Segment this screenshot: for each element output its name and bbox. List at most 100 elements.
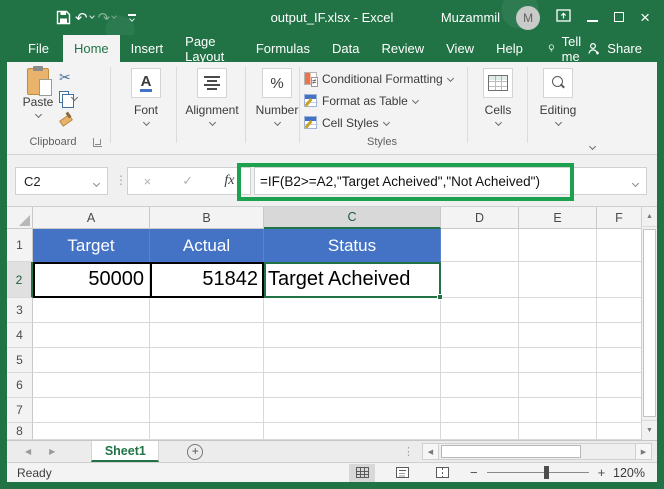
cell-D8[interactable] bbox=[441, 423, 519, 440]
cell-F6[interactable] bbox=[597, 373, 641, 398]
cell-styles-button[interactable]: Cell Styles bbox=[304, 115, 462, 130]
cell-A6[interactable] bbox=[33, 373, 150, 398]
row-header-7[interactable]: 7 bbox=[7, 398, 33, 423]
next-sheet-icon[interactable]: ▶ bbox=[49, 447, 55, 456]
cell-C2-selected[interactable]: Target Acheived bbox=[264, 262, 441, 298]
cell-A7[interactable] bbox=[33, 398, 150, 423]
user-name[interactable]: Muzammil bbox=[441, 10, 500, 25]
cell-E1[interactable] bbox=[519, 229, 597, 262]
page-break-view-button[interactable] bbox=[429, 464, 455, 482]
cell-F5[interactable] bbox=[597, 348, 641, 373]
page-layout-view-button[interactable] bbox=[389, 464, 415, 482]
row-header-6[interactable]: 6 bbox=[7, 373, 33, 398]
cell-C3[interactable] bbox=[264, 298, 441, 323]
new-sheet-button[interactable]: + bbox=[187, 444, 203, 460]
undo-dropdown-icon[interactable] bbox=[89, 13, 95, 19]
row-header-8[interactable]: 8 bbox=[7, 423, 33, 440]
cell-F2[interactable] bbox=[597, 262, 641, 298]
cell-A3[interactable] bbox=[33, 298, 150, 323]
tab-review[interactable]: Review bbox=[371, 35, 436, 62]
cell-B6[interactable] bbox=[150, 373, 264, 398]
cell-D3[interactable] bbox=[441, 298, 519, 323]
tab-formulas[interactable]: Formulas bbox=[245, 35, 321, 62]
editing-group-button[interactable]: Editing bbox=[531, 68, 585, 125]
cell-C8[interactable] bbox=[264, 423, 441, 440]
undo-button[interactable]: ↶ bbox=[75, 9, 94, 27]
cell-B7[interactable] bbox=[150, 398, 264, 423]
format-as-table-button[interactable]: Format as Table bbox=[304, 93, 462, 108]
tab-insert[interactable]: Insert bbox=[120, 35, 175, 62]
horizontal-scrollbar[interactable]: ◀ ▶ bbox=[422, 443, 652, 460]
cell-F1[interactable] bbox=[597, 229, 641, 262]
collapse-ribbon-icon[interactable] bbox=[590, 138, 595, 152]
expand-formula-bar-icon[interactable] bbox=[632, 179, 639, 186]
cancel-icon[interactable]: × bbox=[144, 174, 152, 189]
number-group-button[interactable]: % Number bbox=[248, 68, 306, 125]
scroll-left-icon[interactable]: ◀ bbox=[422, 443, 439, 460]
cell-A4[interactable] bbox=[33, 323, 150, 348]
cell-D5[interactable] bbox=[441, 348, 519, 373]
insert-function-icon[interactable]: fx bbox=[224, 173, 234, 189]
prev-sheet-icon[interactable]: ◀ bbox=[25, 447, 31, 456]
tab-view[interactable]: View bbox=[435, 35, 485, 62]
select-all-corner[interactable] bbox=[7, 207, 33, 229]
zoom-out-button[interactable]: − bbox=[470, 465, 478, 480]
scroll-down-icon[interactable]: ▼ bbox=[642, 420, 657, 440]
cell-B4[interactable] bbox=[150, 323, 264, 348]
cell-D1[interactable] bbox=[441, 229, 519, 262]
cell-C6[interactable] bbox=[264, 373, 441, 398]
tab-page-layout[interactable]: Page Layout bbox=[174, 35, 245, 62]
avatar[interactable]: M bbox=[516, 6, 540, 30]
cell-B8[interactable] bbox=[150, 423, 264, 440]
sheet-tab-sheet1[interactable]: Sheet1 bbox=[91, 441, 159, 462]
cell-D7[interactable] bbox=[441, 398, 519, 423]
cell-E4[interactable] bbox=[519, 323, 597, 348]
cell-E3[interactable] bbox=[519, 298, 597, 323]
vertical-scrollbar[interactable]: ▲ ▼ bbox=[641, 207, 657, 440]
customize-qat-button[interactable] bbox=[128, 14, 136, 21]
cell-E2[interactable] bbox=[519, 262, 597, 298]
row-header-4[interactable]: 4 bbox=[7, 323, 33, 348]
ribbon-display-options-button[interactable] bbox=[556, 9, 571, 27]
row-header-1[interactable]: 1 bbox=[7, 229, 33, 262]
tab-help[interactable]: Help bbox=[485, 35, 534, 62]
cell-B2[interactable]: 51842 bbox=[150, 262, 264, 298]
tell-me-box[interactable]: Tell me bbox=[548, 35, 587, 62]
clipboard-dialog-launcher-icon[interactable] bbox=[93, 138, 102, 147]
cell-C5[interactable] bbox=[264, 348, 441, 373]
cell-F7[interactable] bbox=[597, 398, 641, 423]
cell-D4[interactable] bbox=[441, 323, 519, 348]
normal-view-button[interactable] bbox=[349, 464, 375, 482]
maximize-button[interactable] bbox=[614, 9, 624, 27]
paste-dropdown-icon[interactable] bbox=[34, 111, 41, 118]
conditional-formatting-button[interactable]: Conditional Formatting bbox=[304, 71, 462, 86]
column-header-c[interactable]: C bbox=[264, 207, 441, 229]
format-painter-button[interactable] bbox=[59, 110, 77, 124]
copy-button[interactable] bbox=[59, 90, 77, 104]
cell-C1[interactable]: Status bbox=[264, 229, 441, 262]
cut-button[interactable]: ✂ bbox=[59, 70, 77, 84]
tab-home[interactable]: Home bbox=[63, 35, 120, 62]
cell-F3[interactable] bbox=[597, 298, 641, 323]
cell-F8[interactable] bbox=[597, 423, 641, 440]
cell-E7[interactable] bbox=[519, 398, 597, 423]
name-box-dropdown-icon[interactable] bbox=[93, 179, 100, 186]
row-header-3[interactable]: 3 bbox=[7, 298, 33, 323]
enter-icon[interactable]: ✓ bbox=[182, 173, 193, 189]
cells-group-button[interactable]: Cells bbox=[473, 68, 523, 125]
tab-data[interactable]: Data bbox=[321, 35, 370, 62]
tab-scroll-splitter[interactable]: ⋮ bbox=[403, 445, 414, 458]
zoom-in-button[interactable]: + bbox=[598, 465, 606, 480]
cell-A8[interactable] bbox=[33, 423, 150, 440]
redo-button[interactable]: ↷ bbox=[98, 9, 117, 27]
save-icon[interactable] bbox=[56, 10, 71, 25]
row-header-5[interactable]: 5 bbox=[7, 348, 33, 373]
name-box[interactable]: C2 bbox=[15, 167, 108, 195]
cell-C4[interactable] bbox=[264, 323, 441, 348]
cell-D6[interactable] bbox=[441, 373, 519, 398]
font-group-button[interactable]: A Font bbox=[117, 68, 175, 125]
cell-D2[interactable] bbox=[441, 262, 519, 298]
tab-file[interactable]: File bbox=[14, 35, 63, 62]
zoom-slider-thumb[interactable] bbox=[544, 466, 549, 479]
column-header-d[interactable]: D bbox=[441, 207, 519, 229]
